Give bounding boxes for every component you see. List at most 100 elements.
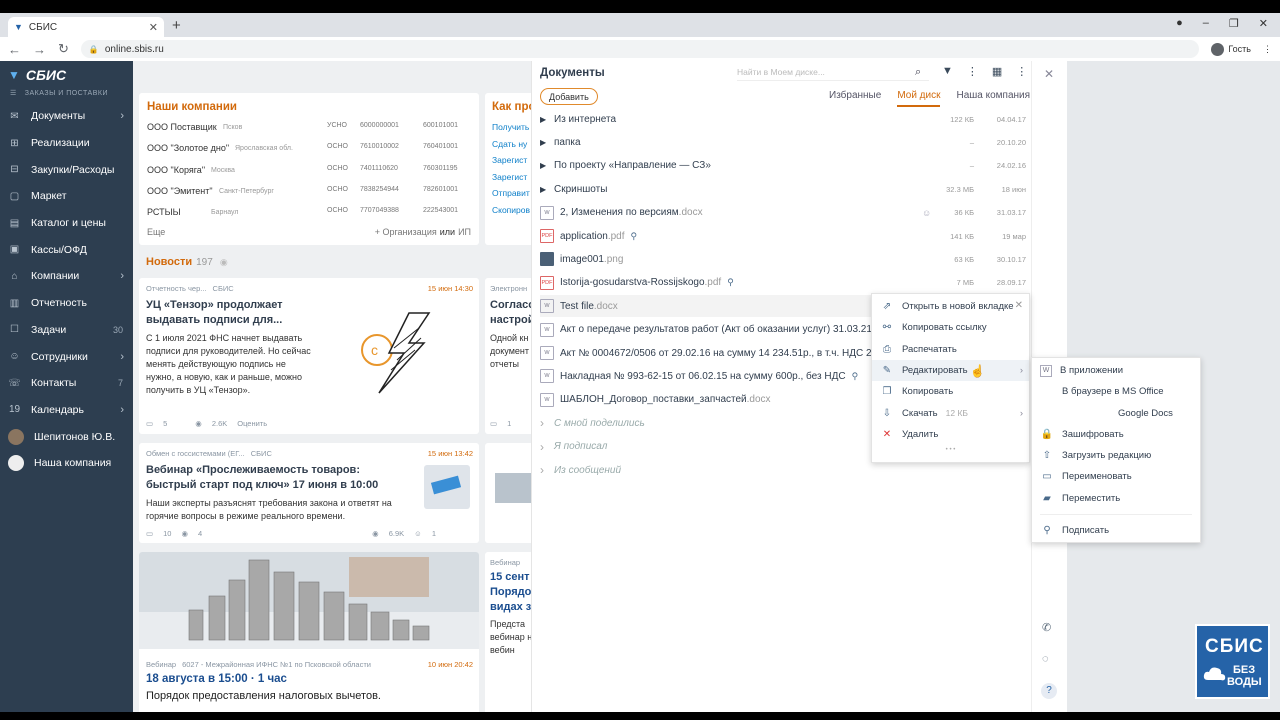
companies-title[interactable]: Наши компании	[147, 101, 237, 113]
nav-item-calendar[interactable]: 19 Календарь ›	[0, 397, 133, 424]
menu-close-icon[interactable]: ✕	[1015, 300, 1023, 311]
nav-item-companies[interactable]: ⌂ Компании ›	[0, 263, 133, 290]
maximize-icon[interactable]: ❐	[1229, 17, 1239, 30]
expand-icon[interactable]: ›	[540, 463, 554, 477]
nav-item-company[interactable]: Наша компания	[0, 450, 133, 477]
folder-row[interactable]: ▶ папка – 20.10.20	[540, 131, 1028, 153]
chevron-right-icon[interactable]: ›	[120, 351, 124, 363]
help-icon[interactable]: ?	[1041, 683, 1057, 699]
minimize-icon[interactable]: –	[1203, 17, 1209, 30]
submenu-item[interactable]: ⇧ Загрузить редакцию	[1032, 445, 1200, 466]
menu-item-copy[interactable]: ❐ Копировать	[872, 381, 1029, 402]
news-headline[interactable]: 15 сент Порядо видах з	[490, 570, 531, 615]
news-image-partial[interactable]	[485, 443, 531, 543]
tab-my-drive[interactable]: Мой диск	[897, 90, 941, 107]
howto-link[interactable]: Отправит	[492, 188, 530, 198]
comments-icon[interactable]: ▭	[146, 529, 153, 538]
folder-row[interactable]: ▶ Из интернета 122 КБ 04.04.17	[540, 108, 1028, 130]
menu-item-delete[interactable]: ✕ Удалить	[872, 424, 1029, 445]
expand-icon[interactable]: ›	[540, 440, 554, 454]
file-row[interactable]: PDF application .pdf ⚲ 141 КБ 19 мар	[540, 225, 1028, 247]
company-row[interactable]: ООО "Эмитент" Санкт-Петербург ОСНО 78382549…	[147, 186, 477, 196]
comments-icon[interactable]: ▭	[490, 419, 497, 428]
news-item[interactable]: Обмен с госсистемами (ЕГ... СБИС 15 июн …	[139, 443, 479, 543]
company-row[interactable]: ООО "Золотое дно" Ярославская обл. ОСНО 761…	[147, 143, 477, 153]
submenu-item[interactable]: ⚲ Подписать	[1032, 520, 1200, 541]
nav-item-document[interactable]: ✉ Документы ›	[0, 103, 133, 130]
news-item[interactable]: Вебинар 6027 - Межрайонная ИФНС №1 по Пс…	[139, 552, 479, 720]
filter-icon[interactable]: ▼	[942, 65, 953, 78]
company-row[interactable]: РСТЫЫ Барнаул ОСНО 7707049388 222543001	[147, 207, 477, 217]
add-ip-link[interactable]: ИП	[458, 227, 471, 237]
nav-item-tasks[interactable]: ☐ Задачи 30	[0, 317, 133, 344]
browser-tab[interactable]: ▼ СБИС ✕	[8, 17, 164, 37]
menu-item-print[interactable]: ⎙ Распечатать	[872, 339, 1029, 360]
address-bar[interactable]: 🔒 online.sbis.ru	[80, 40, 1200, 58]
menu-item-download[interactable]: ⇩ Скачать 12 КБ ›	[872, 403, 1029, 424]
reload-icon[interactable]: ↻	[58, 41, 69, 57]
howto-link[interactable]: Получить	[492, 122, 529, 132]
menu-item-pencil[interactable]: ✎ Редактировать › ☝	[872, 359, 1029, 381]
howto-link[interactable]: Скопиров	[492, 205, 530, 215]
add-organization[interactable]: + Организация или ИП	[375, 227, 471, 237]
nav-item-contacts[interactable]: ☏ Контакты 7	[0, 370, 133, 397]
file-row[interactable]: W 2, Изменения по версиям .docx ☺ 36 КБ 31.03…	[540, 202, 1028, 224]
submenu-item[interactable]: ▭ Переименовать	[1032, 466, 1200, 487]
submenu-item[interactable]: W В приложении	[1032, 360, 1200, 381]
news-header[interactable]: Новости 197 ◉	[146, 256, 228, 268]
menu-more[interactable]: • • •	[872, 447, 1029, 453]
more-icon[interactable]: ⋮	[1016, 65, 1027, 78]
news-headline[interactable]: Вебинар «Прослеживаемость товаров: быстр…	[146, 463, 411, 493]
sbis-logo[interactable]: ▼ СБИС	[0, 61, 133, 89]
folder-row[interactable]: ▶ Скриншоты 32.3 МБ 18 июн	[540, 178, 1028, 200]
close-tab-icon[interactable]: ✕	[149, 21, 158, 34]
menu-item-open-external[interactable]: ⇗ Открыть в новой вкладке	[872, 296, 1029, 317]
score-icon[interactable]: ☺	[414, 529, 422, 538]
howto-link[interactable]: Зарегист	[492, 172, 527, 182]
nav-item-user[interactable]: Шепитонов Ю.В.	[0, 423, 133, 450]
search-input[interactable]: Найти в Моем диске...	[737, 67, 929, 81]
close-panel-icon[interactable]: ✕	[1044, 67, 1054, 81]
expand-icon[interactable]: ▶	[540, 138, 554, 147]
expand-icon[interactable]: ▶	[540, 115, 554, 124]
file-row[interactable]: PDF Istorija-gosudarstva-Rossijskogo .pdf ⚲…	[540, 272, 1028, 294]
phone-icon[interactable]: ✆	[1042, 621, 1051, 634]
howto-link[interactable]: Зарегист	[492, 155, 527, 165]
nav-item-market[interactable]: ▢ Маркет	[0, 183, 133, 210]
expand-icon[interactable]: ▶	[540, 185, 554, 194]
nav-item-catalog[interactable]: ▤ Каталог и цены	[0, 210, 133, 237]
nav-subtitle[interactable]: ☰ ЗАКАЗЫ И ПОСТАВКИ	[0, 89, 133, 103]
nav-item-cashbox[interactable]: ▣ Кассы/ОФД	[0, 236, 133, 263]
profile-button[interactable]: Гость ⋮	[1211, 42, 1272, 56]
tab-favorites[interactable]: Избранные	[829, 90, 881, 107]
comments-icon[interactable]: ▭	[146, 419, 153, 428]
close-window-icon[interactable]: ✕	[1259, 17, 1268, 30]
menu-item-link[interactable]: ⚯ Копировать ссылку	[872, 317, 1029, 338]
forward-icon[interactable]: →	[33, 42, 46, 57]
chevron-right-icon[interactable]: ›	[120, 270, 124, 282]
new-tab-button[interactable]: +	[172, 17, 181, 34]
file-row[interactable]: image001 .png 63 КБ 30.10.17	[540, 248, 1028, 270]
nav-item-reports[interactable]: ▥ Отчетность	[0, 290, 133, 317]
nav-item-employees[interactable]: ☺ Сотрудники ›	[0, 343, 133, 370]
news-headline[interactable]: УЦ «Тензор» продолжает выдавать подписи …	[146, 298, 306, 328]
grid-view-icon[interactable]: ▦	[992, 65, 1002, 78]
rate-link[interactable]: Оценить	[237, 419, 267, 428]
company-row[interactable]: ООО "Коряга" Москва ОСНО 7401110620 76030119…	[147, 165, 477, 175]
expand-icon[interactable]: ▶	[540, 161, 554, 170]
tab-our-company[interactable]: Наша компания	[956, 90, 1030, 107]
submenu-item[interactable]: Google Docs	[1032, 403, 1200, 424]
tree-icon[interactable]: ⋮	[967, 65, 978, 78]
news-item[interactable]: Отчетность чер... СБИС 15 июн 14:30 УЦ «…	[139, 278, 479, 434]
howto-link[interactable]: Сдать ну	[492, 139, 527, 149]
submenu-item[interactable]: ▰ Переместить	[1032, 488, 1200, 509]
submenu-item[interactable]: В браузере в MS Office	[1032, 381, 1200, 402]
chevron-right-icon[interactable]: ›	[120, 404, 124, 416]
submenu-item[interactable]: 🔒 Зашифровать	[1032, 424, 1200, 445]
companies-more[interactable]: Еще	[147, 227, 165, 237]
chevron-right-icon[interactable]: ›	[120, 110, 124, 122]
likes-icon[interactable]: ◉	[181, 529, 188, 538]
nav-item-purchase[interactable]: ⊟ Закупки/Расходы	[0, 156, 133, 183]
media-icon[interactable]: ●	[1176, 17, 1183, 30]
company-row[interactable]: ООО Поставщик Псков УСНО 6000000001 60010100…	[147, 122, 477, 132]
